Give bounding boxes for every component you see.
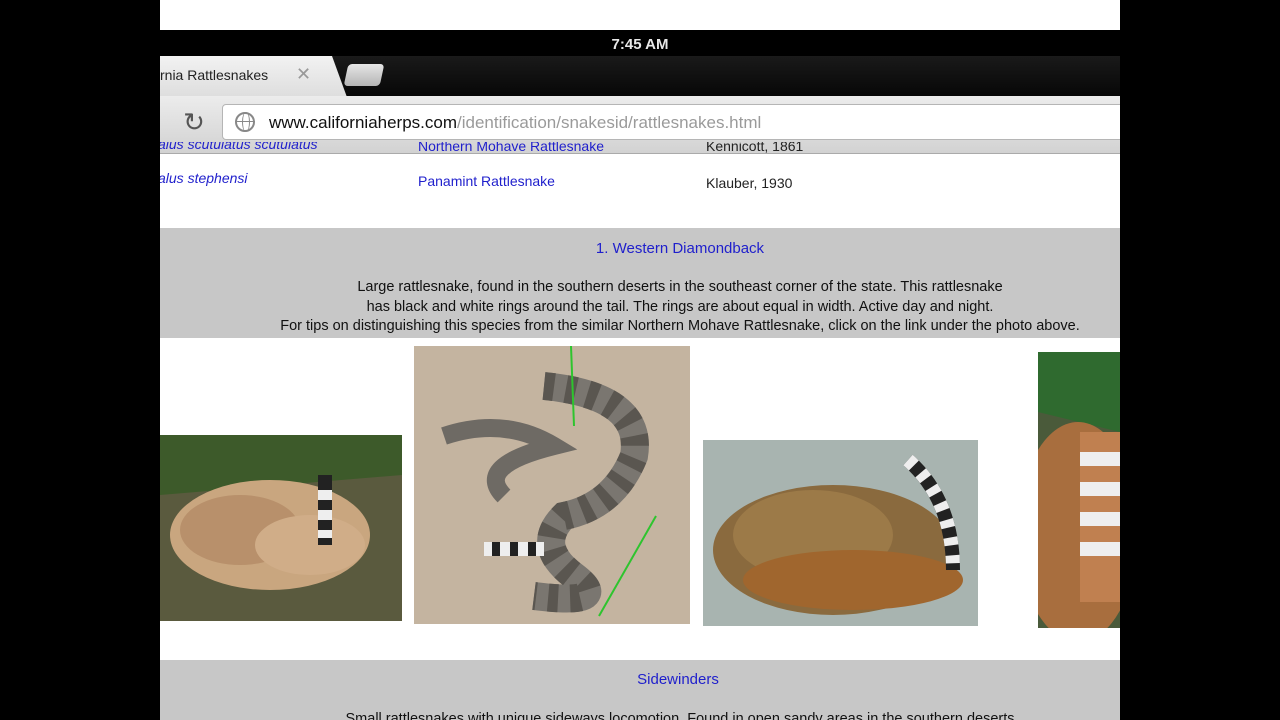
snake-photo[interactable] [160,435,402,621]
table-row: alus scutulatus scutulatus Northern Moha… [160,142,804,154]
video-frame: 7:45 AM rnia Rattlesnakes ✕ ↻ www.califo… [0,0,1280,720]
browser-tab[interactable]: rnia Rattlesnakes ✕ [160,56,348,100]
section-western-diamondback: 1. Western Diamondback Large rattlesnake… [160,228,1120,338]
section-title[interactable]: Sidewinders [160,671,1120,688]
section-line: For tips on distinguishing this species … [280,318,1080,334]
page-content: alus scutulatus scutulatus Northern Moha… [160,138,1120,720]
section-line: Large rattlesnake, found in the southern… [357,279,1003,295]
status-time: 7:45 AM [611,36,669,53]
section-line: Small rattlesnakes with unique sideways … [345,711,1015,720]
globe-icon [235,112,255,132]
snake-photo[interactable] [1038,352,1120,628]
url-text: www.californiaherps.com/identification/s… [269,113,762,132]
reload-icon[interactable]: ↻ [178,106,210,138]
address-bar[interactable]: www.californiaherps.com/identification/s… [222,104,1120,140]
section-title[interactable]: 1. Western Diamondback [160,240,1120,257]
ipad-screen: 7:45 AM rnia Rattlesnakes ✕ ↻ www.califo… [160,0,1120,720]
snake-photo[interactable] [414,346,690,624]
tab-strip: rnia Rattlesnakes ✕ [160,56,1120,100]
snake-photo[interactable] [703,440,978,626]
section-sidewinders: Sidewinders Small rattlesnakes with uniq… [160,660,1120,720]
top-bezel [160,0,1120,34]
section-line: has black and white rings around the tai… [366,299,994,315]
tab-title: rnia Rattlesnakes [160,67,269,83]
close-icon[interactable]: ✕ [296,64,311,85]
new-tab-button[interactable] [343,64,385,86]
